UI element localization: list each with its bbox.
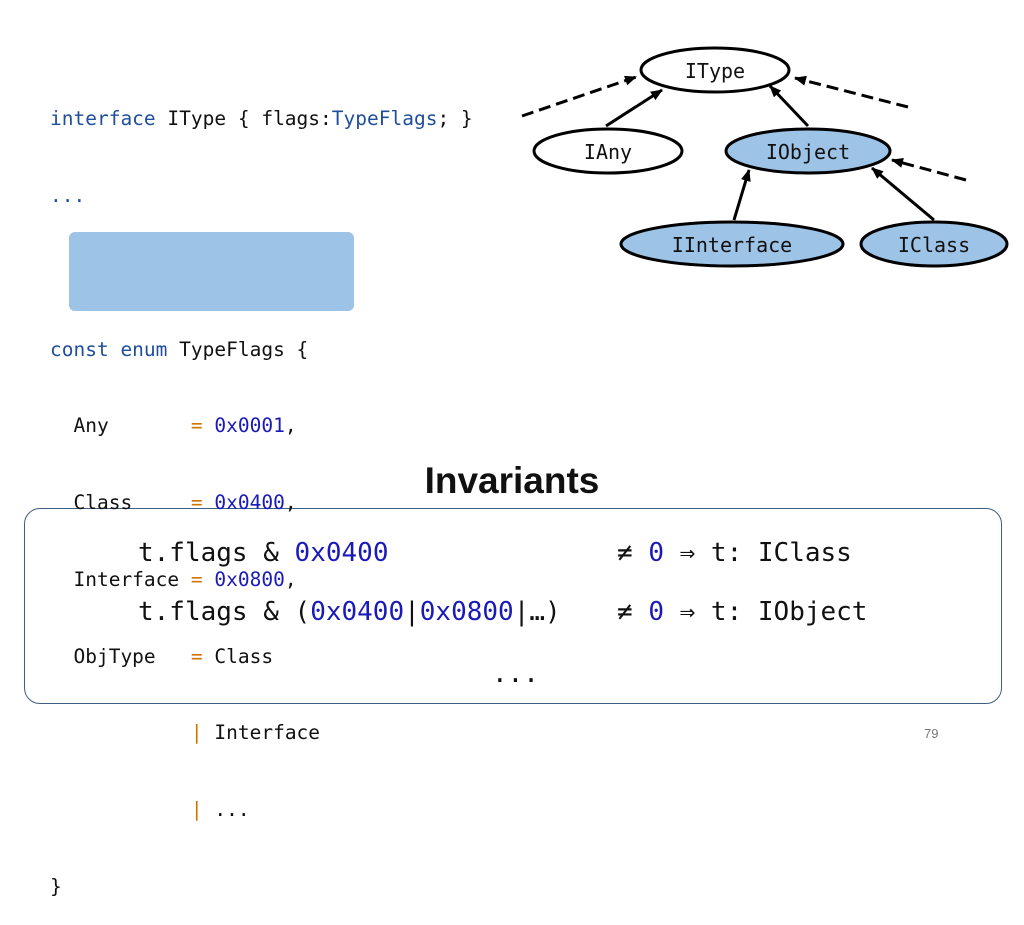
member-value: ... [202,798,250,822]
member-op: | [190,798,203,822]
objtype-member: | ... [50,797,473,823]
node-itype-label: IType [685,59,745,83]
node-iobject: IObject [724,127,892,175]
edge-iinterface-iobject [732,169,751,221]
member-name [50,798,191,821]
edge-dashed-left-itype [521,75,637,118]
node-iany: IAny [532,127,684,175]
node-iinterface: IInterface [619,220,845,268]
node-iclass: IClass [859,220,1009,268]
node-itype: IType [639,46,791,94]
edge-iany-itype [605,88,663,128]
edge-dashed-right-iobject [891,158,967,182]
edge-iobject-itype [768,84,810,128]
node-iobject-label: IObject [766,140,850,164]
node-iclass-label: IClass [898,233,970,257]
type-hierarchy-diagram: IType IAny IObject IInterface IClass [521,46,1009,268]
code-line-close: } [50,875,62,898]
node-iany-label: IAny [584,140,632,164]
edge-dashed-right-itype [794,75,909,109]
edge-iclass-iobject [871,166,935,222]
node-iinterface-label: IInterface [672,233,792,257]
